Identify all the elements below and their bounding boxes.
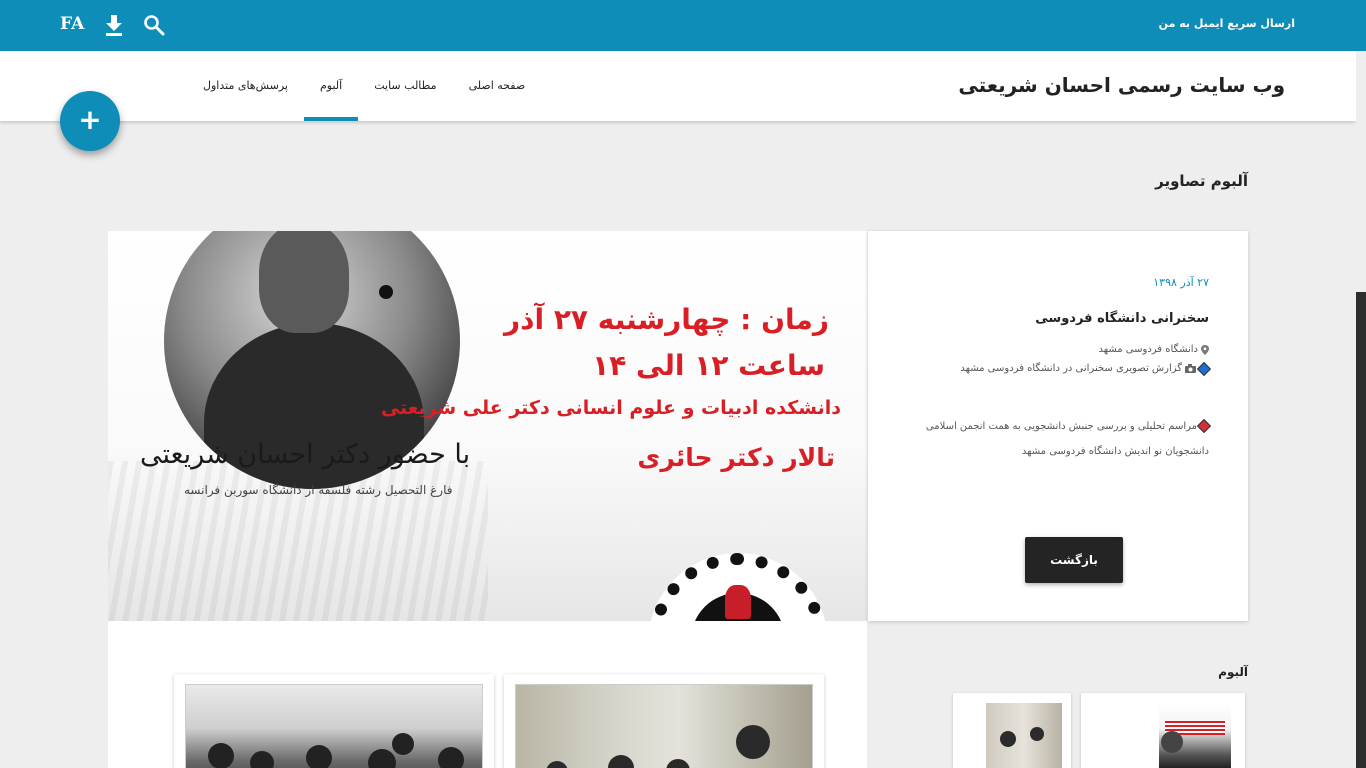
download-icon[interactable] (104, 14, 124, 36)
event-info-card: ۲۷ آذر ۱۳۹۸ سخنرانی دانشگاه فردوسی دانشگ… (868, 231, 1248, 621)
album-thumb-image[interactable] (986, 703, 1062, 768)
back-button[interactable]: بازگشت (1025, 537, 1123, 583)
camera-icon (1185, 364, 1196, 373)
poster-date-line: زمان : چهارشنبه ۲۷ آذر (503, 303, 829, 336)
gallery-photo[interactable] (515, 684, 813, 768)
add-fab-button[interactable]: + (60, 91, 120, 151)
location-pin-icon (1201, 344, 1209, 355)
quick-email-link[interactable]: ارسال سریع ایمیل به من (1159, 17, 1295, 30)
poster-guest-line: با حضور دکتر احسان شریعتی (140, 439, 471, 470)
description-line-1: مراسم تحلیلی و بررسی جنبش دانشجویی به هم… (925, 421, 1197, 432)
location-text: دانشگاه فردوسی مشهد (1098, 344, 1198, 355)
poster-time-line: ساعت ۱۲ الی ۱۴ (592, 349, 825, 382)
scrollbar-thumb[interactable] (1356, 292, 1366, 768)
photo-gallery (108, 621, 867, 768)
nav-item-faq[interactable]: پرسش‌های متداول (187, 51, 304, 121)
site-title[interactable]: وب سایت رسمی احسان شریعتی (958, 73, 1285, 97)
site-header: وب سایت رسمی احسان شریعتی پرسش‌های متداو… (0, 51, 1356, 121)
event-date: ۲۷ آذر ۱۳۹۸ (1153, 276, 1209, 289)
search-icon[interactable] (143, 14, 165, 36)
page-title: آلبوم تصاویر (1155, 172, 1248, 190)
blue-diamond-icon (1196, 361, 1212, 376)
gallery-photo[interactable] (185, 684, 483, 768)
event-location: دانشگاه فردوسی مشهد (1098, 344, 1209, 355)
emblem-icon (725, 585, 751, 619)
language-switcher[interactable]: FA (60, 14, 84, 34)
description-line-2: دانشجویان نو اندیش دانشگاه فردوسی مشهد (1021, 446, 1209, 457)
album-thumb-image[interactable] (1159, 703, 1231, 768)
event-description: مراسم تحلیلی و بررسی جنبش دانشجویی به هم… (889, 414, 1212, 464)
photo-report-text: گزارش تصویری سخنرانی در دانشگاه فردوسی م… (960, 363, 1182, 374)
nav-item-posts[interactable]: مطالب سایت (358, 51, 452, 121)
nav-item-home[interactable]: صفحه اصلی (453, 51, 542, 121)
poster-hall-line: تالار دکتر حائری (637, 443, 835, 472)
sidebar-album-thumb[interactable] (1081, 693, 1245, 768)
poster-venue-line: دانشکده ادبیات و علوم انسانی دکتر علی شر… (380, 397, 841, 419)
sidebar-album-title: آلبوم (1218, 665, 1248, 679)
sidebar-album-thumb[interactable] (953, 693, 1071, 768)
nav-item-album[interactable]: آلبوم (303, 51, 359, 121)
top-bar: ارسال سریع ایمیل به من FA (0, 0, 1366, 51)
photo-report: گزارش تصویری سخنرانی در دانشگاه فردوسی م… (960, 361, 1212, 376)
red-diamond-icon (1196, 418, 1212, 434)
main-nav: پرسش‌های متداول آلبوم مطالب سایت صفحه اص… (187, 51, 541, 121)
gallery-photo-card[interactable] (174, 674, 494, 768)
event-title: سخنرانی دانشگاه فردوسی (1035, 311, 1209, 326)
poster-guest-subtitle: فارغ التحصیل رشته فلسفه از دانشگاه سوربن… (184, 483, 453, 497)
gallery-photo-card[interactable] (504, 674, 824, 768)
event-poster-image: زمان : چهارشنبه ۲۷ آذر ساعت ۱۲ الی ۱۴ دا… (108, 231, 867, 621)
